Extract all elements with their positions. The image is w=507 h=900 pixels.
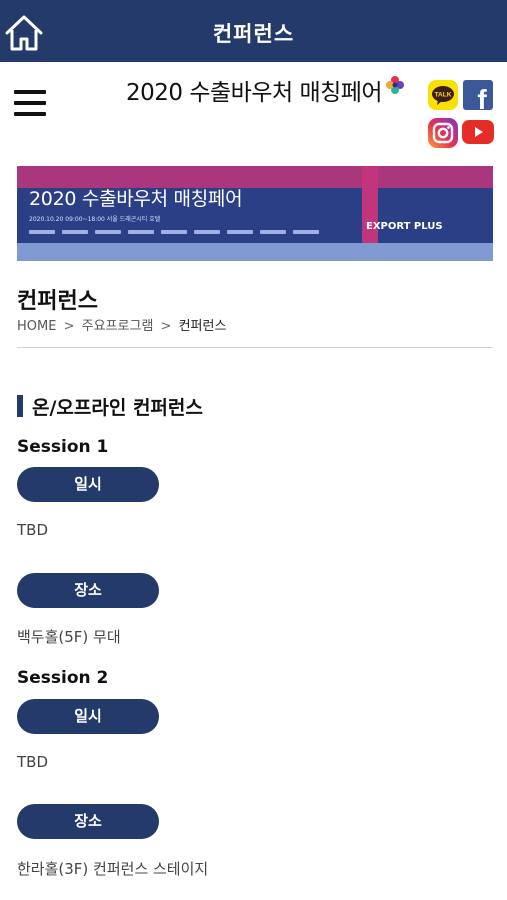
youtube-icon[interactable] [462,120,494,144]
breadcrumb-current: 컨퍼런스 [178,319,227,334]
date-label-pill: 일시 [17,699,159,734]
site-logo[interactable]: 2020 수출바우처 매칭페어 [126,74,405,106]
session-title: Session 2 [17,668,109,688]
date-value: TBD [17,521,49,539]
kakao-label: TALK [435,92,452,99]
banner-date: 2020.10.20 09:00~18:00 서울 드래곤시티 호텔 [29,216,161,223]
section-title: 온/오프라인 컨퍼런스 [32,397,203,419]
session-title: Session 1 [17,437,109,457]
site-header: 2020 수출바우처 매칭페어 TALK f [0,62,507,152]
date-label-pill: 일시 [17,467,159,502]
section-marker [17,395,23,417]
divider [17,347,493,348]
banner-footer-band [17,243,493,261]
banner-sponsor-logos [29,230,329,236]
facebook-label: f [477,84,487,110]
breadcrumb-separator: > [160,319,172,334]
facebook-icon[interactable]: f [463,80,493,115]
place-label-pill: 장소 [17,804,159,839]
instagram-icon[interactable] [428,118,458,148]
hamburger-menu-icon[interactable] [14,90,46,118]
banner-title: 2020 수출바우처 매칭페어 [29,188,243,210]
breadcrumb-parent[interactable]: 주요프로그램 [82,319,154,334]
banner-export-plus: EXPORT PLUS [366,221,443,232]
place-label-pill: 장소 [17,573,159,608]
kakaotalk-icon[interactable]: TALK [428,80,458,110]
place-value: 백두홀(5F) 무대 [17,628,121,646]
breadcrumb: HOME > 주요프로그램 > 컨퍼런스 [17,315,226,334]
logo-flower-icon [386,76,405,94]
date-value: TBD [17,753,49,771]
top-bar: 컨퍼런스 [0,0,507,62]
breadcrumb-home[interactable]: HOME [17,319,56,334]
page-title: 컨퍼런스 [17,289,98,314]
place-value: 한라홀(3F) 컨퍼런스 스테이지 [17,860,209,878]
logo-text: 2020 수출바우처 매칭페어 [126,80,383,106]
breadcrumb-separator: > [63,319,75,334]
event-banner[interactable]: 2020 수출바우처 매칭페어 2020.10.20 09:00~18:00 서… [17,166,493,261]
topbar-title: 컨퍼런스 [212,22,295,46]
